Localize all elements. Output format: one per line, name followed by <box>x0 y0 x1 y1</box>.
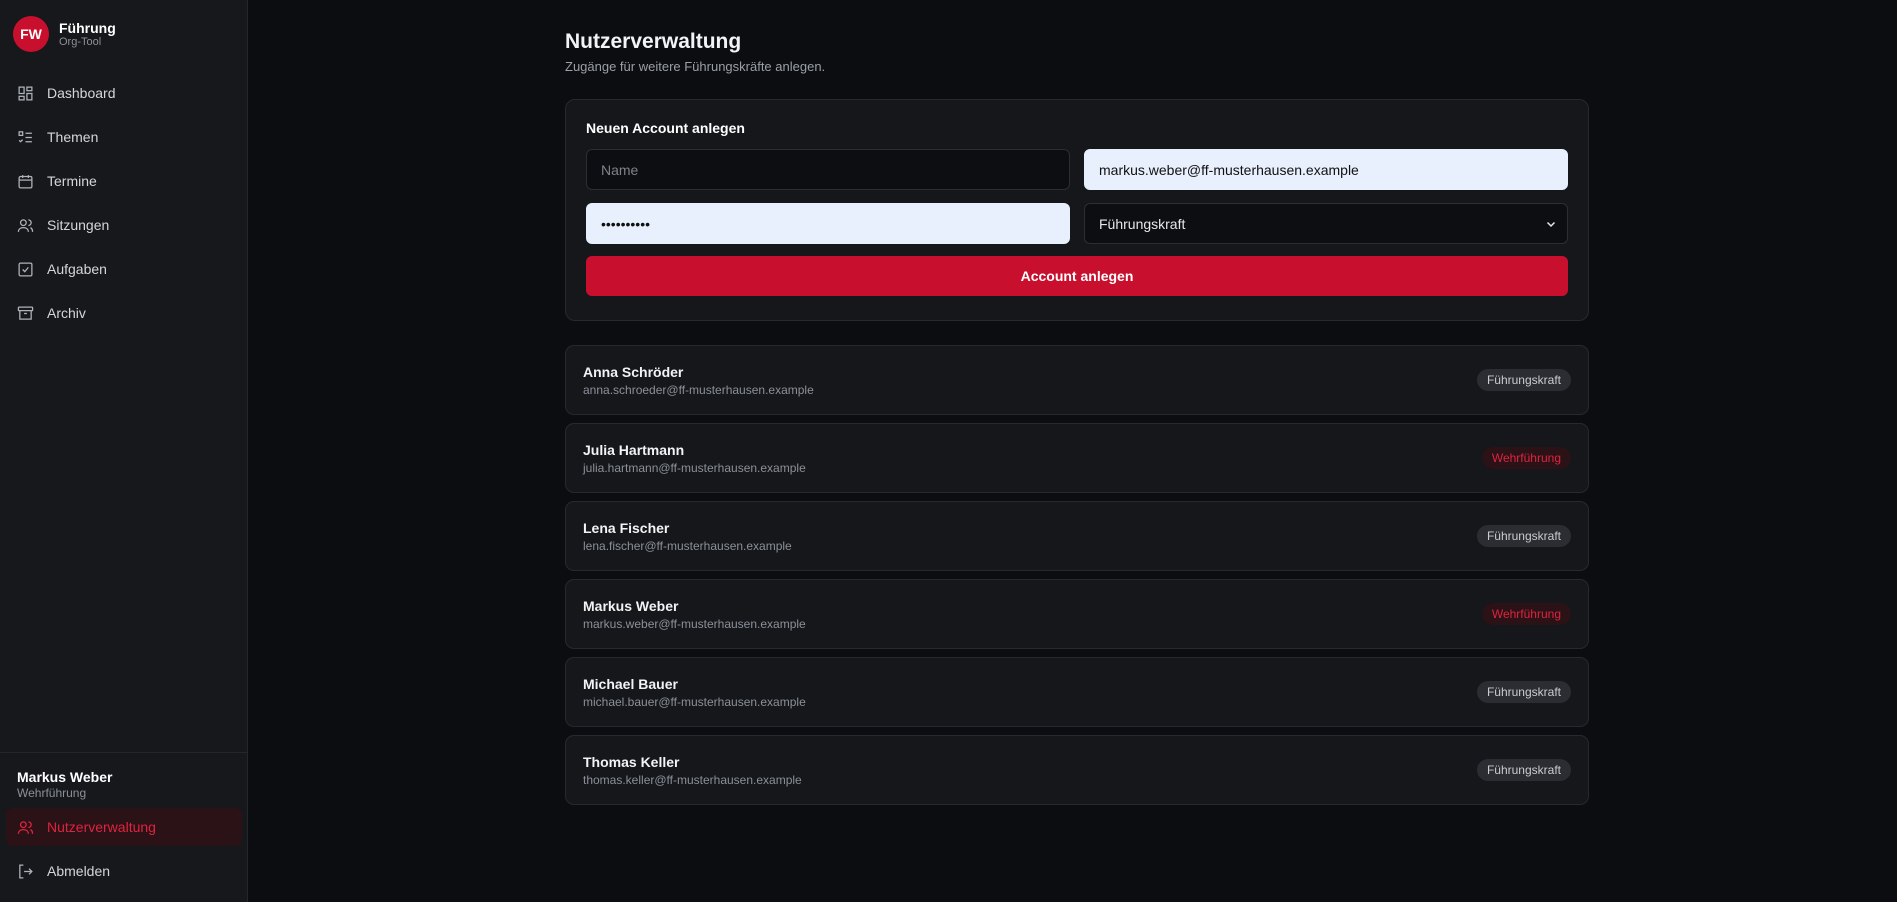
calendar-icon <box>18 174 33 189</box>
brand: FW Führung Org-Tool <box>13 16 116 52</box>
checkbox-icon <box>18 261 33 277</box>
sidebar-item-label: Abmelden <box>47 863 111 879</box>
sidebar-item-label: Aufgaben <box>47 261 107 277</box>
archive-icon <box>17 305 34 320</box>
sidebar-item-label: Sitzungen <box>47 217 110 233</box>
user-email: lena.fischer@ff-musterhausen.example <box>583 539 792 554</box>
brand-title: Führung <box>59 19 116 36</box>
role-badge: Führungskraft <box>1476 369 1571 391</box>
role-badge: Wehrführung <box>1481 603 1571 625</box>
logout-button[interactable]: Abmelden <box>6 852 242 890</box>
user-row: Lena Fischer lena.fischer@ff-musterhause… <box>565 501 1589 571</box>
sidebar-item-sitzungen[interactable]: Sitzungen <box>6 206 236 244</box>
main-nav: Dashboard Themen Termine Sitzungen Aufga… <box>6 74 236 338</box>
user-row: Thomas Keller thomas.keller@ff-musterhau… <box>565 735 1589 805</box>
brand-subtitle: Org-Tool <box>59 35 102 48</box>
dashboard-icon <box>18 85 33 101</box>
role-badge: Führungskraft <box>1476 525 1571 547</box>
user-row: Anna Schröder anna.schroeder@ff-musterha… <box>565 345 1589 415</box>
sidebar-item-label: Termine <box>47 173 97 189</box>
sidebar-item-termine[interactable]: Termine <box>6 162 236 200</box>
name-input[interactable]: Name <box>586 149 1070 190</box>
page-subtitle: Zugänge für weitere Führungskräfte anleg… <box>565 59 826 74</box>
current-user-role: Wehrführung <box>17 785 87 800</box>
create-account-card: Neuen Account anlegen Name markus.weber@… <box>565 99 1589 321</box>
role-select[interactable]: Führungskraft <box>1084 203 1568 244</box>
users-icon <box>17 218 34 232</box>
chevron-down-icon <box>1546 221 1556 227</box>
user-row: Markus Weber markus.weber@ff-musterhause… <box>565 579 1589 649</box>
user-name: Michael Bauer <box>583 675 678 692</box>
role-badge: Führungskraft <box>1476 759 1571 781</box>
user-email: julia.hartmann@ff-musterhausen.example <box>583 461 806 476</box>
role-select-value: Führungskraft <box>1099 215 1186 232</box>
user-email: michael.bauer@ff-musterhausen.example <box>583 695 806 710</box>
sidebar-footer: Markus Weber Wehrführung Nutzerverwaltun… <box>0 751 248 902</box>
password-input[interactable]: •••••••••• <box>586 203 1070 244</box>
user-name: Thomas Keller <box>583 753 680 770</box>
sidebar-item-nutzerverwaltung[interactable]: Nutzerverwaltung <box>6 808 242 846</box>
user-email: anna.schroeder@ff-musterhausen.example <box>583 383 814 398</box>
sidebar-item-themen[interactable]: Themen <box>6 118 236 156</box>
sidebar-item-archiv[interactable]: Archiv <box>6 294 236 332</box>
user-row: Michael Bauer michael.bauer@ff-musterhau… <box>565 657 1589 727</box>
user-list: Anna Schröder anna.schroeder@ff-musterha… <box>565 345 1589 805</box>
current-user-name: Markus Weber <box>17 768 113 785</box>
create-account-button[interactable]: Account anlegen <box>586 256 1568 296</box>
user-name: Markus Weber <box>583 597 679 614</box>
brand-logo: FW <box>13 16 49 52</box>
sidebar-item-label: Themen <box>47 129 99 145</box>
sidebar-item-aufgaben[interactable]: Aufgaben <box>6 250 236 288</box>
users-icon <box>17 820 34 834</box>
create-account-title: Neuen Account anlegen <box>586 120 745 136</box>
role-badge: Führungskraft <box>1476 681 1571 703</box>
user-email: markus.weber@ff-musterhausen.example <box>583 617 806 632</box>
logout-icon <box>19 863 33 879</box>
role-badge: Wehrführung <box>1481 447 1571 469</box>
user-row: Julia Hartmann julia.hartmann@ff-musterh… <box>565 423 1589 493</box>
user-name: Lena Fischer <box>583 519 670 536</box>
sidebar: FW Führung Org-Tool Dashboard Themen Ter… <box>0 0 248 902</box>
sidebar-item-label: Dashboard <box>47 85 116 101</box>
current-user: Markus Weber Wehrführung <box>0 753 248 808</box>
sidebar-item-dashboard[interactable]: Dashboard <box>6 74 236 112</box>
email-input[interactable]: markus.weber@ff-musterhausen.example <box>1084 149 1568 190</box>
sidebar-item-label: Archiv <box>47 305 86 321</box>
main-content: Nutzerverwaltung Zugänge für weitere Füh… <box>565 30 1589 813</box>
user-name: Anna Schröder <box>583 363 684 380</box>
page-title: Nutzerverwaltung <box>565 30 742 53</box>
list-icon <box>18 130 32 143</box>
user-name: Julia Hartmann <box>583 441 685 458</box>
user-email: thomas.keller@ff-musterhausen.example <box>583 773 802 788</box>
sidebar-item-label: Nutzerverwaltung <box>47 819 156 835</box>
